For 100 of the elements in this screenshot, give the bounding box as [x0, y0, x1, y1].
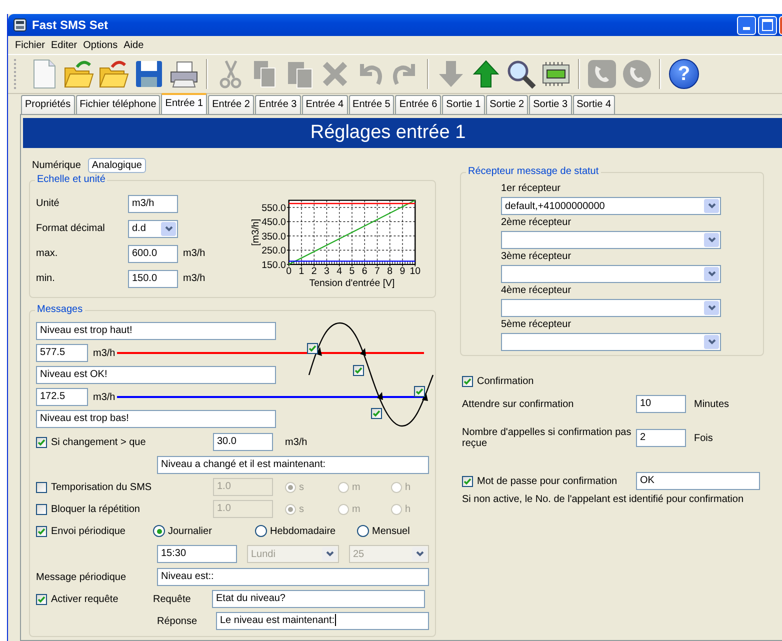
- radio-label: Journalier: [168, 526, 213, 536]
- field-label: Réponse: [157, 616, 198, 626]
- unit-label: Minutes: [694, 398, 730, 410]
- message-field[interactable]: Niveau est::: [157, 568, 429, 586]
- format-dropdown[interactable]: d.d: [128, 220, 178, 238]
- response-field[interactable]: Le niveau est maintenant:: [216, 612, 429, 630]
- tab[interactable]: Entrée 1: [161, 93, 208, 114]
- dropdown-button[interactable]: [704, 301, 719, 315]
- checkbox[interactable]: [353, 365, 364, 376]
- checkbox-label: Activer requête: [51, 594, 120, 604]
- note-text: Si non active, le No. de l'appelant est identifié pour confirmation: [462, 494, 745, 505]
- field-label: Unité: [36, 198, 60, 209]
- dropdown-button[interactable]: [161, 222, 176, 236]
- chevron-down-icon: [708, 237, 716, 243]
- radio-button[interactable]: [153, 525, 165, 537]
- dropdown-button[interactable]: [704, 335, 719, 349]
- checkbox[interactable]: [36, 504, 47, 514]
- radio-label: Mensuel: [372, 526, 411, 536]
- up-arrow-icon[interactable]: [470, 58, 502, 90]
- field-label: 1er récepteur: [501, 183, 562, 194]
- checkbox[interactable]: [414, 386, 425, 397]
- unit-label: Fois: [694, 432, 713, 444]
- folder-arrow-icon[interactable]: [98, 58, 130, 90]
- unit-label: m3/h: [93, 348, 116, 358]
- calls-field[interactable]: 2: [636, 429, 686, 447]
- window-title: Fast SMS Set: [32, 18, 108, 32]
- axis-tick-label: 150.0: [262, 260, 286, 271]
- dropdown-button[interactable]: [704, 233, 719, 247]
- receiver-dropdown[interactable]: [501, 333, 721, 351]
- wait-field[interactable]: 10: [636, 395, 686, 413]
- menu-item[interactable]: Editer: [50, 40, 82, 50]
- message-field[interactable]: Niveau est trop bas!: [36, 410, 276, 428]
- axis-tick-label: 10: [410, 266, 421, 278]
- threshold-field[interactable]: 577.5: [36, 344, 88, 362]
- mode-tab[interactable]: Analogique: [88, 158, 146, 172]
- checkbox[interactable]: [307, 343, 318, 354]
- time-field[interactable]: 15:30: [157, 545, 237, 563]
- axis-tick-label: 0: [286, 266, 292, 278]
- max-field[interactable]: 600.0: [128, 244, 178, 262]
- checkbox[interactable]: [36, 526, 47, 536]
- search-icon[interactable]: [505, 58, 537, 90]
- tab[interactable]: Entrée 2: [208, 95, 254, 114]
- message-field[interactable]: Niveau est trop haut!: [36, 322, 276, 340]
- maximize-button[interactable]: [758, 16, 777, 34]
- axis-tick-label: 2: [312, 266, 318, 278]
- menu-item[interactable]: Fichier: [14, 40, 50, 50]
- radio-label: h: [405, 504, 412, 514]
- receiver-dropdown[interactable]: [501, 299, 721, 317]
- axis-tick-label: 7: [374, 266, 380, 278]
- field-label: Attendre sur confirmation: [462, 398, 575, 410]
- tab[interactable]: Entrée 6: [395, 95, 442, 114]
- checkbox-label: Si changement > que: [51, 436, 147, 448]
- tab[interactable]: Propriétés: [21, 95, 75, 114]
- threshold-field[interactable]: 172.5: [36, 388, 88, 406]
- tab[interactable]: Sortie 3: [529, 95, 572, 114]
- checkbox[interactable]: [36, 436, 47, 448]
- receiver-dropdown[interactable]: default,+41000000000: [501, 197, 721, 215]
- dropdown-button[interactable]: [322, 547, 337, 561]
- axis-tick-label: 9: [400, 266, 406, 278]
- tab[interactable]: Fichier téléphone: [76, 95, 160, 114]
- dropdown-button[interactable]: [704, 199, 719, 213]
- checkbox-label: Confirmation: [477, 376, 534, 386]
- tab[interactable]: Sortie 1: [442, 95, 485, 114]
- receiver-dropdown[interactable]: [501, 265, 721, 283]
- mode-tab[interactable]: Numérique: [29, 158, 84, 172]
- tab[interactable]: Entrée 4: [302, 95, 348, 114]
- message-field[interactable]: Niveau a changé et il est maintenant:: [157, 456, 429, 474]
- field-label: Format décimal: [36, 223, 106, 234]
- checkbox[interactable]: [462, 376, 473, 386]
- axis-tick-label: 350.0: [262, 231, 286, 242]
- radio-button[interactable]: [357, 525, 369, 537]
- unit-field[interactable]: m3/h: [128, 194, 178, 212]
- group-title: Messages: [35, 304, 85, 316]
- checkbox[interactable]: [36, 482, 47, 492]
- password-field[interactable]: OK: [636, 472, 760, 490]
- radio-label: Hebdomadaire: [270, 526, 337, 536]
- checkbox[interactable]: [371, 408, 382, 419]
- tab[interactable]: Sortie 2: [486, 95, 528, 114]
- dropdown-button[interactable]: [412, 547, 427, 561]
- tab[interactable]: Entrée 3: [254, 95, 301, 114]
- tab[interactable]: Sortie 4: [572, 95, 616, 114]
- receiver-dropdown[interactable]: [501, 231, 721, 249]
- chevron-down-icon: [416, 551, 424, 557]
- message-field[interactable]: Niveau est OK!: [36, 366, 276, 384]
- radio-label: s: [299, 504, 305, 514]
- request-field[interactable]: Etat du niveau?: [212, 590, 425, 608]
- min-field[interactable]: 150.0: [128, 270, 178, 288]
- tab[interactable]: Entrée 5: [348, 95, 394, 114]
- unit-label: m3/h: [93, 392, 116, 402]
- chevron-down-icon: [164, 226, 172, 232]
- checkbox[interactable]: [36, 594, 47, 604]
- minimize-button[interactable]: [737, 16, 756, 34]
- dropdown-button[interactable]: [704, 267, 719, 281]
- folder-arrow-icon[interactable]: [63, 58, 95, 90]
- radio-button[interactable]: [255, 525, 267, 537]
- change-field[interactable]: 30.0: [213, 433, 273, 451]
- menu-item[interactable]: Options: [82, 40, 123, 50]
- field-label: min.: [36, 273, 56, 284]
- checkbox[interactable]: [462, 476, 473, 486]
- menu-item[interactable]: Aide: [122, 40, 149, 50]
